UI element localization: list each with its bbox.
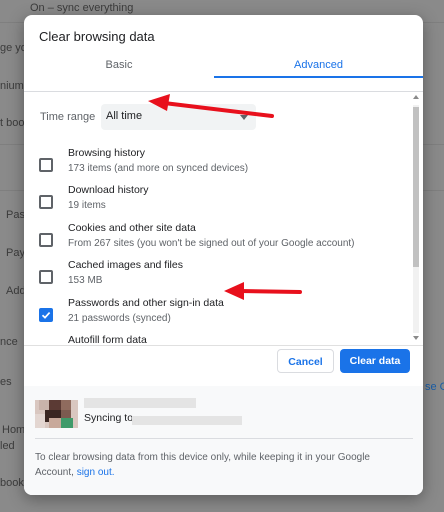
option-title: Cookies and other site data — [68, 222, 196, 234]
scroll-up-icon[interactable] — [413, 95, 419, 99]
redacted-name — [84, 398, 196, 408]
clear-data-button[interactable]: Clear data — [340, 349, 410, 373]
checkmark-icon — [41, 312, 51, 319]
redacted-email — [132, 416, 242, 425]
option-subtitle: From 267 sites (you won't be signed out … — [68, 238, 355, 249]
option-cached-images[interactable]: Cached images and files 153 MB — [24, 259, 404, 295]
clear-browsing-data-dialog: Clear browsing data Basic Advanced Time … — [24, 15, 423, 495]
options-scroll-area: Time range All time Browsing history 173… — [24, 93, 423, 345]
sign-out-note: To clear browsing data from this device … — [35, 450, 405, 480]
bg-sync-text: On – sync everything — [30, 2, 134, 14]
scroll-down-icon[interactable] — [413, 336, 419, 340]
bg-text: Pay — [6, 247, 25, 259]
annotation-arrow-icon — [224, 282, 302, 300]
syncing-label: Syncing to — [84, 412, 134, 424]
time-range-value: All time — [106, 110, 143, 122]
option-subtitle: 173 items (and more on synced devices) — [68, 163, 249, 174]
option-browsing-history[interactable]: Browsing history 173 items (and more on … — [24, 147, 404, 183]
option-title: Cached images and files — [68, 259, 183, 271]
option-title: Autofill form data — [68, 334, 147, 345]
annotation-arrow-icon — [148, 94, 274, 118]
option-title: Passwords and other sign-in data — [68, 297, 224, 309]
bg-text: nce — [0, 336, 18, 348]
tab-advanced[interactable]: Advanced — [214, 55, 423, 91]
cancel-button[interactable]: Cancel — [277, 349, 334, 373]
scrollbar-thumb[interactable] — [413, 107, 419, 267]
avatar-image — [35, 400, 78, 428]
bg-link: se G — [425, 381, 444, 393]
bg-text: nium — [0, 80, 24, 92]
option-title: Browsing history — [68, 147, 146, 159]
sync-divider — [35, 438, 413, 439]
option-subtitle: 19 items — [68, 200, 106, 211]
option-title: Download history — [68, 184, 149, 196]
tab-basic[interactable]: Basic — [24, 55, 214, 91]
footer-divider — [24, 345, 423, 346]
option-cookies[interactable]: Cookies and other site data From 267 sit… — [24, 222, 404, 258]
bg-text: book — [0, 477, 24, 489]
scrollbar[interactable] — [410, 93, 422, 345]
checkbox-checked[interactable] — [39, 308, 53, 322]
option-subtitle: 21 passwords (synced) — [68, 313, 171, 324]
option-download-history[interactable]: Download history 19 items — [24, 184, 404, 220]
sign-out-link[interactable]: sign out. — [77, 467, 115, 478]
bg-text: led — [0, 440, 15, 452]
checkbox[interactable] — [39, 158, 53, 172]
sync-info-panel: Syncing to To clear browsing data from t… — [24, 386, 423, 495]
active-tab-indicator — [214, 76, 423, 78]
bg-text: Pas — [6, 209, 25, 221]
option-autofill[interactable]: Autofill form data — [24, 334, 404, 345]
avatar — [35, 400, 78, 428]
checkbox[interactable] — [39, 270, 53, 284]
bg-text: es — [0, 376, 12, 388]
bg-text: t boo — [0, 117, 25, 129]
bg-text: ge yo — [0, 42, 27, 54]
checkbox[interactable] — [39, 233, 53, 247]
option-passwords[interactable]: Passwords and other sign-in data 21 pass… — [24, 297, 404, 333]
time-range-label: Time range — [40, 111, 96, 123]
checkbox[interactable] — [39, 195, 53, 209]
option-subtitle: 153 MB — [68, 275, 103, 286]
bg-text: Add — [6, 285, 26, 297]
dialog-title: Clear browsing data — [39, 29, 155, 44]
tab-bar: Basic Advanced — [24, 55, 423, 92]
